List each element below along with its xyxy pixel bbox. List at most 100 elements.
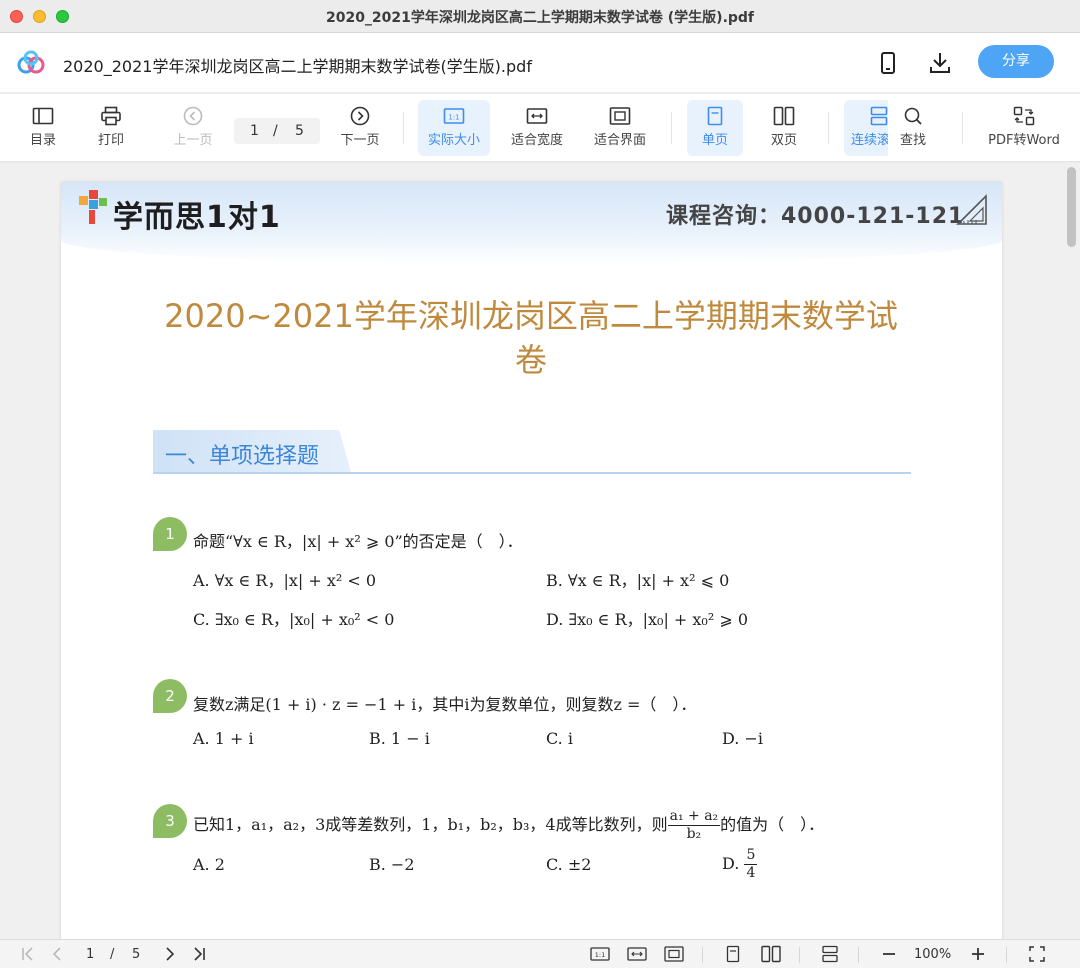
toc-button[interactable]: 目录 [18,100,68,156]
window-title: 2020_2021学年深圳龙岗区高二上学期期末数学试卷 (学生版).pdf [325,10,755,26]
double-page-button[interactable]: 双页 [757,100,811,156]
baidu-netdisk-logo-icon [17,50,45,74]
page-total: 5 [295,123,304,139]
fit-page-label: 适合界面 [593,133,646,148]
option-d-label: D. [722,854,740,873]
question-number-badge: 1 [153,517,187,551]
svg-text:1:1: 1:1 [595,951,605,959]
prev-page-small-button[interactable] [50,945,64,965]
fraction: a₁ + a₂ b₂ [667,808,721,843]
zoom-out-button[interactable] [880,945,898,965]
status-page-separator: / [110,947,115,962]
fit-width-label: 适合宽度 [510,133,563,148]
double-page-label: 双页 [770,133,797,148]
fit-page-button[interactable]: 适合界面 [586,100,654,156]
app-header: 2020_2021学年深圳龙岗区高二上学期期末数学试卷(学生版).pdf 分享 [0,33,1080,93]
status-bar: 1 / 5 1:1 100% [0,939,1080,968]
fit-width-button[interactable]: 适合宽度 [503,100,571,156]
continuous-scroll-button[interactable]: 连续滚 [844,100,888,156]
double-page-icon [761,945,781,963]
page-number-input[interactable]: 1 / 5 [234,118,320,144]
question-text-before: 已知1，a₁，a₂，3成等差数列，1，b₁，b₂，b₃，4成等比数列，则 [193,815,668,834]
document-title: 2020_2021学年深圳龙岗区高二上学期期末数学试卷(学生版).pdf [63,57,532,76]
fit-page-icon [609,107,631,125]
continuous-scroll-label: 连续滚 [851,133,888,148]
pdf-to-word-button[interactable]: PDF转Word [982,100,1066,156]
fit-page-icon [664,946,684,962]
status-fit-page-button[interactable] [664,945,684,965]
toolbar: 目录 打印 上一页 1 / 5 下一页 1:1 实际大小 适合宽度 适合界面 单… [0,94,1080,162]
print-button[interactable]: 打印 [86,100,136,156]
page-banner: 学而思1对1 课程咨询：4000-121-121 [61,182,1002,264]
single-page-icon [726,945,740,963]
actual-size-icon: 1:1 [590,947,610,961]
prev-page-button[interactable]: 上一页 [166,100,220,156]
toolbar-divider [962,112,963,144]
convert-icon [1013,106,1035,126]
pdf-page: 学而思1对1 课程咨询：4000-121-121 2020~2021学年深圳龙岗… [61,182,1002,939]
question-option: B. 1 − i [369,729,430,748]
question-text: 复数z满足(1 + i) · z = −1 + i，其中i为复数单位，则复数z … [193,695,697,714]
print-label: 打印 [97,133,124,148]
single-page-button[interactable]: 单页 [687,100,743,156]
chevron-left-icon [52,947,61,961]
share-button[interactable]: 分享 [978,45,1054,78]
status-page-current[interactable]: 1 [86,947,94,967]
actual-size-button[interactable]: 1:1 实际大小 [418,100,490,156]
paper-title: 2020~2021学年深圳龙岗区高二上学期期末数学试卷 [164,297,898,379]
question-text: 命题“∀x ∈ R，|x| + x² ⩾ 0”的否定是（ ）． [193,532,523,551]
vertical-scrollbar[interactable] [1067,167,1076,247]
status-divider [858,947,859,963]
last-page-button[interactable] [191,945,207,965]
fraction-denominator: b₂ [686,826,702,842]
status-divider [799,947,800,963]
download-icon[interactable] [927,50,953,76]
question-option: C. i [546,729,573,748]
next-circle-icon [350,106,370,126]
fraction-numerator: a₁ + a₂ [667,808,721,826]
search-icon [904,107,922,125]
document-viewport[interactable]: 学而思1对1 课程咨询：4000-121-121 2020~2021学年深圳龙岗… [0,163,1080,939]
continuous-scroll-icon [822,945,838,963]
next-page-button[interactable]: 下一页 [333,100,387,156]
toolbar-divider [403,112,404,144]
continuous-scroll-icon [870,106,888,126]
status-single-page-button[interactable] [724,945,742,965]
pdf-to-word-label: PDF转Word [988,133,1060,148]
question-option: B. −2 [369,855,415,874]
xueersi-logo-icon [79,190,107,224]
double-page-icon [773,106,795,126]
phone-icon[interactable] [875,50,901,76]
question-option: A. ∀x ∈ R，|x| + x² < 0 [193,571,377,590]
section-header: 一、单项选择题 [153,430,911,474]
question-number-badge: 3 [153,804,187,838]
last-page-icon [194,947,205,961]
toolbar-divider [671,112,672,144]
question-text: 已知1，a₁，a₂，3成等差数列，1，b₁，b₂，b₃，4成等比数列，则 a₁ +… [193,808,824,843]
svg-text:1:1: 1:1 [448,114,459,122]
zoom-level[interactable]: 100% [914,947,951,967]
question-option: B. ∀x ∈ R，|x| + x² ⩽ 0 [546,571,730,590]
next-page-small-button[interactable] [163,945,177,965]
zoom-in-button[interactable] [969,945,987,965]
single-page-label: 单页 [701,133,728,148]
status-fit-width-button[interactable] [627,945,647,965]
ruler-triangle-icon [956,194,987,225]
fullscreen-button[interactable] [1028,945,1046,965]
first-page-button[interactable] [20,945,36,965]
toc-icon [32,107,54,125]
find-label: 查找 [899,133,926,148]
page-current: 1 [250,123,259,139]
prev-page-label: 上一页 [173,133,213,148]
find-button[interactable]: 查找 [888,100,938,156]
chevron-right-icon [166,947,175,961]
status-actual-size-button[interactable]: 1:1 [590,945,610,965]
section-title: 一、单项选择题 [165,444,320,469]
status-double-page-button[interactable] [760,945,782,965]
question-option: C. ±2 [546,855,592,874]
fullscreen-icon [1029,946,1045,962]
printer-icon [101,106,121,126]
question-option: D. −i [722,729,763,748]
prev-circle-icon [183,106,203,126]
status-continuous-button[interactable] [820,945,840,965]
